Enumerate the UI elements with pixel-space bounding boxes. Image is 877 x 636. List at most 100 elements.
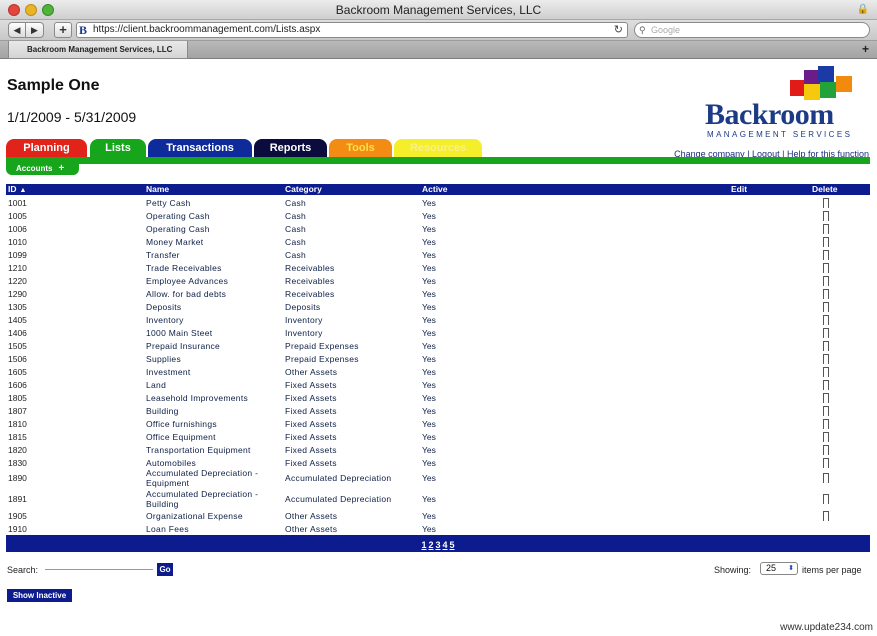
trash-icon[interactable] [823, 302, 829, 312]
cell-active: Yes [422, 198, 436, 208]
trash-icon[interactable] [823, 211, 829, 221]
reload-icon[interactable]: ↻ [614, 23, 623, 37]
tab-lists[interactable]: Lists [90, 139, 146, 157]
cell-name[interactable]: Accumulated Depreciation - Building [146, 489, 274, 509]
cell-id: 1805 [8, 393, 27, 403]
trash-icon[interactable] [823, 432, 829, 442]
cell-id: 1210 [8, 263, 27, 273]
browser-tab[interactable]: Backroom Management Services, LLC [8, 41, 188, 59]
cell-name[interactable]: Loan Fees [146, 524, 274, 534]
subtab-accounts[interactable]: Accounts + [6, 163, 79, 175]
cell-name[interactable]: Transfer [146, 250, 274, 260]
back-button[interactable]: ◀ [8, 22, 26, 38]
items-per-page-label: items per page [802, 565, 862, 575]
col-id[interactable]: ID ▲ [8, 184, 26, 196]
cell-category: Fixed Assets [285, 432, 337, 442]
search-input[interactable] [45, 560, 153, 570]
cell-name[interactable]: Accumulated Depreciation - Equipment [146, 468, 274, 488]
cell-name[interactable]: Operating Cash [146, 211, 274, 221]
cell-category: Other Assets [285, 367, 338, 377]
cell-active: Yes [422, 224, 436, 234]
cell-name[interactable]: Land [146, 380, 274, 390]
tab-reports[interactable]: Reports [254, 139, 327, 157]
trash-icon[interactable] [823, 224, 829, 234]
new-tab-button[interactable]: + [862, 42, 869, 56]
trash-icon[interactable] [823, 328, 829, 338]
cell-name[interactable]: Operating Cash [146, 224, 274, 234]
trash-icon[interactable] [823, 341, 829, 351]
cell-active: Yes [422, 406, 436, 416]
cell-active: Yes [422, 237, 436, 247]
tab-planning[interactable]: Planning [6, 139, 87, 157]
browser-search-field[interactable]: ⚲ Google [634, 22, 870, 38]
cell-active: Yes [422, 276, 436, 286]
cell-name[interactable]: Supplies [146, 354, 274, 364]
cell-active: Yes [422, 211, 436, 221]
trash-icon[interactable] [823, 276, 829, 286]
sort-asc-icon: ▲ [19, 187, 27, 194]
col-category[interactable]: Category [285, 184, 322, 195]
page-link-1[interactable]: 1 [421, 540, 426, 550]
cell-name[interactable]: Transportation Equipment [146, 445, 274, 455]
cell-name[interactable]: Money Market [146, 237, 274, 247]
cell-name[interactable]: Deposits [146, 302, 274, 312]
trash-icon[interactable] [823, 380, 829, 390]
trash-icon[interactable] [823, 458, 829, 468]
cell-name[interactable]: Inventory [146, 315, 274, 325]
cell-category: Fixed Assets [285, 406, 337, 416]
cell-id: 1506 [8, 354, 27, 364]
tab-resources[interactable]: Resources [394, 139, 482, 157]
cell-name[interactable]: Office furnishings [146, 419, 274, 429]
address-bar[interactable]: B https://client.backroommanagement.com/… [76, 22, 628, 38]
trash-icon[interactable] [823, 315, 829, 325]
trash-icon[interactable] [823, 354, 829, 364]
cell-name[interactable]: Leasehold Improvements [146, 393, 274, 403]
cell-name[interactable]: Allow. for bad debts [146, 289, 274, 299]
cell-name[interactable]: Organizational Expense [146, 511, 274, 521]
logo-block-orange [836, 76, 852, 92]
cell-category: Cash [285, 198, 307, 208]
trash-icon[interactable] [823, 198, 829, 208]
trash-icon[interactable] [823, 367, 829, 377]
items-per-page-select[interactable]: 25 ⬍ [760, 562, 798, 575]
go-button[interactable]: Go [157, 563, 173, 576]
add-bookmark-button[interactable]: + [54, 22, 72, 38]
trash-icon[interactable] [823, 494, 829, 504]
trash-icon[interactable] [823, 473, 829, 483]
trash-icon[interactable] [823, 511, 829, 521]
trash-icon[interactable] [823, 237, 829, 247]
page-link-3[interactable]: 3 [435, 540, 440, 550]
cell-name[interactable]: 1000 Main Steet [146, 328, 274, 338]
page-link-4[interactable]: 4 [443, 540, 448, 550]
logo-subtitle: MANAGEMENT SERVICES [707, 130, 853, 139]
cell-name[interactable]: Building [146, 406, 274, 416]
trash-icon[interactable] [823, 263, 829, 273]
trash-icon[interactable] [823, 419, 829, 429]
add-account-icon[interactable]: + [58, 163, 64, 174]
trash-icon[interactable] [823, 289, 829, 299]
tab-tools[interactable]: Tools [329, 139, 392, 157]
cell-name[interactable]: Prepaid Insurance [146, 341, 274, 351]
cell-category: Inventory [285, 328, 323, 338]
page-link-5[interactable]: 5 [450, 540, 455, 550]
forward-button[interactable]: ▶ [26, 22, 44, 38]
show-inactive-button[interactable]: Show Inactive [7, 589, 72, 602]
date-range: 1/1/2009 - 5/31/2009 [7, 109, 137, 125]
cell-active: Yes [422, 263, 436, 273]
tab-transactions[interactable]: Transactions [148, 139, 252, 157]
col-active[interactable]: Active [422, 184, 448, 195]
cell-name[interactable]: Automobiles [146, 458, 274, 468]
col-name[interactable]: Name [146, 184, 169, 195]
cell-name[interactable]: Trade Receivables [146, 263, 274, 273]
showing-label: Showing: [714, 565, 752, 575]
trash-icon[interactable] [823, 393, 829, 403]
trash-icon[interactable] [823, 445, 829, 455]
cell-name[interactable]: Petty Cash [146, 198, 274, 208]
trash-icon[interactable] [823, 250, 829, 260]
cell-name[interactable]: Investment [146, 367, 274, 377]
cell-name[interactable]: Office Equipment [146, 432, 274, 442]
cell-name[interactable]: Employee Advances [146, 276, 274, 286]
page-link-2[interactable]: 2 [428, 540, 433, 550]
stepper-arrows-icon[interactable]: ⬍ [788, 563, 794, 574]
trash-icon[interactable] [823, 406, 829, 416]
